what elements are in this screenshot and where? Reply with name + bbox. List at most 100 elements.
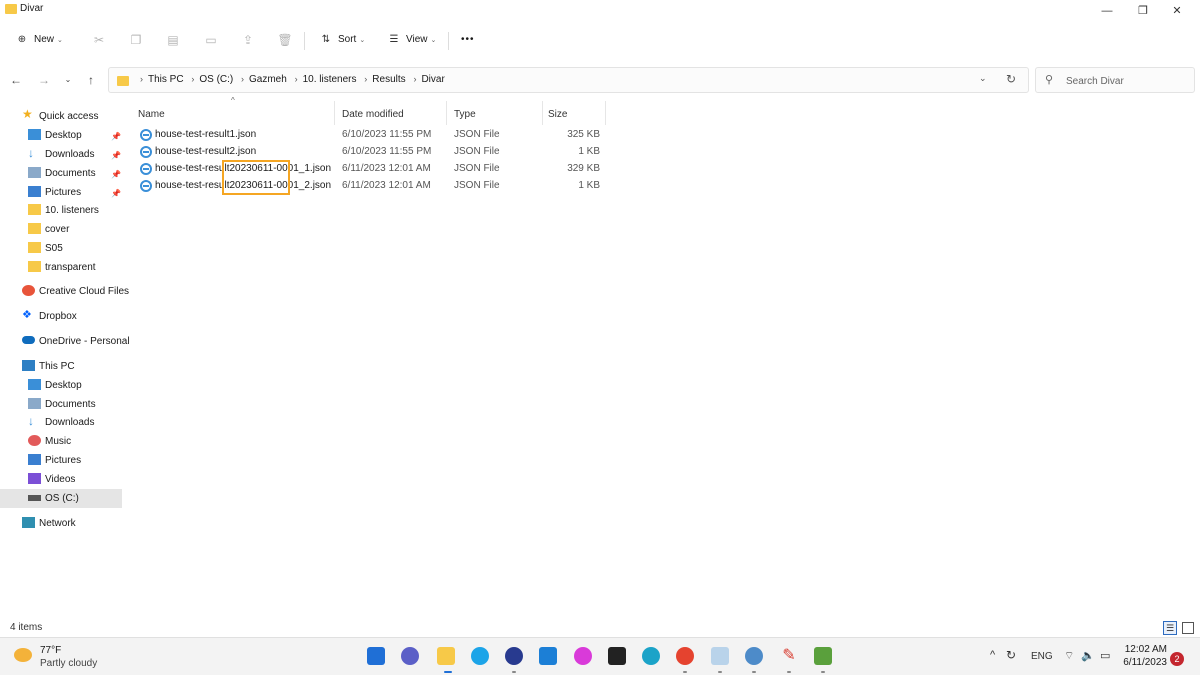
volume-icon[interactable]: 🔈: [1081, 649, 1095, 662]
sidebar-item-os-drive[interactable]: OS (C:): [28, 490, 79, 508]
breadcrumb-item[interactable]: OS (C:): [199, 74, 233, 85]
running-indicator: [787, 671, 791, 673]
column-divider[interactable]: [605, 101, 606, 125]
chevron-down-icon[interactable]: ⌄: [979, 73, 987, 84]
chat-icon[interactable]: [401, 647, 419, 665]
jetbrains-icon[interactable]: [608, 647, 626, 665]
app-icon[interactable]: [745, 647, 763, 665]
running-indicator: [718, 671, 722, 673]
delete-icon[interactable]: 🗑: [277, 32, 293, 48]
app-icon[interactable]: [814, 647, 832, 665]
notification-badge[interactable]: 2: [1170, 652, 1184, 666]
skype-icon[interactable]: [471, 647, 489, 665]
sidebar-item-desktop[interactable]: Desktop: [28, 377, 82, 395]
sidebar-item-downloads[interactable]: ↓ Downloads: [28, 146, 94, 164]
file-explorer-icon[interactable]: [437, 647, 455, 665]
breadcrumb-item[interactable]: Divar: [421, 74, 444, 85]
breadcrumb-item[interactable]: 10. listeners: [303, 74, 357, 85]
tiles-view-button[interactable]: [1182, 622, 1194, 634]
wifi-icon[interactable]: ⌔: [1064, 649, 1074, 663]
table-row[interactable]: house-test-result1.json 6/10/2023 11:55 …: [136, 127, 616, 144]
breadcrumb-item[interactable]: Results: [372, 74, 405, 85]
forward-icon[interactable]: →: [35, 71, 53, 89]
app-icon[interactable]: [574, 647, 592, 665]
column-header-size[interactable]: Size: [548, 106, 567, 124]
column-header-date[interactable]: Date modified: [342, 106, 404, 124]
back-icon[interactable]: ←: [7, 71, 25, 89]
breadcrumb-item[interactable]: Gazmeh: [249, 74, 287, 85]
sidebar-item-desktop[interactable]: Desktop: [28, 127, 82, 145]
file-name: house-test-result1.json: [155, 129, 257, 140]
sidebar-item-dropbox[interactable]: ❖ Dropbox: [22, 308, 77, 326]
sidebar-item-network[interactable]: Network: [22, 515, 76, 533]
new-button[interactable]: ⊕ New ⌄: [14, 30, 63, 50]
desktop-icon: [28, 128, 41, 140]
breadcrumb-item[interactable]: This PC: [148, 74, 184, 85]
running-indicator: [683, 671, 687, 673]
app-icon[interactable]: [505, 647, 523, 665]
table-row[interactable]: house-test-result20230611-0001_2.json 6/…: [136, 178, 616, 195]
sort-button[interactable]: ⇅ Sort ⌄: [318, 30, 365, 50]
edge-icon[interactable]: [642, 647, 660, 665]
task-manager-icon[interactable]: [711, 647, 729, 665]
copy-icon[interactable]: ❐: [128, 32, 144, 48]
clock[interactable]: 12:02 AM 6/11/2023: [1123, 643, 1167, 669]
sidebar-item-folder[interactable]: cover: [28, 221, 69, 239]
rename-icon[interactable]: ▭: [203, 32, 219, 48]
share-icon[interactable]: ⇪: [240, 32, 256, 48]
vscode-icon[interactable]: [539, 647, 557, 665]
pen-icon[interactable]: ✎: [780, 647, 798, 665]
sidebar-item-music[interactable]: Music: [28, 433, 71, 451]
language-indicator[interactable]: ENG: [1031, 651, 1053, 662]
column-header-name[interactable]: Name: [138, 106, 165, 124]
column-divider[interactable]: [542, 101, 543, 125]
download-icon: ↓: [28, 413, 34, 428]
table-row[interactable]: house-test-result20230611-0001_1.json 6/…: [136, 161, 616, 178]
column-header-type[interactable]: Type: [454, 106, 476, 124]
more-options-button[interactable]: •••: [461, 30, 475, 50]
file-name: house-test-result2.json: [155, 146, 257, 157]
restore-button[interactable]: ❐: [1126, 0, 1160, 22]
sidebar-item-pictures[interactable]: Pictures: [28, 184, 81, 202]
close-button[interactable]: ✕: [1160, 0, 1194, 22]
column-divider[interactable]: [334, 101, 335, 125]
running-indicator: [752, 671, 756, 673]
view-button[interactable]: ☰ View ⌄: [386, 30, 437, 50]
sidebar-item-pictures[interactable]: Pictures: [28, 452, 81, 470]
sidebar-item-quick-access[interactable]: ★ Quick access: [22, 108, 98, 126]
chrome-icon[interactable]: [676, 647, 694, 665]
sidebar-item-documents[interactable]: Documents: [28, 396, 96, 414]
address-bar[interactable]: › This PC › OS (C:) › Gazmeh › 10. listeners…: [108, 67, 1029, 93]
pin-icon[interactable]: 📌: [111, 170, 121, 179]
folder-icon: [28, 260, 41, 272]
sidebar-item-videos[interactable]: Videos: [28, 471, 75, 489]
table-row[interactable]: house-test-result2.json 6/10/2023 11:55 …: [136, 144, 616, 161]
sidebar-item-downloads[interactable]: ↓ Downloads: [28, 414, 94, 432]
pin-icon[interactable]: 📌: [111, 189, 121, 198]
address-row: ← → ⌄ ↑ › This PC › OS (C:) › Gazmeh › 10. l…: [0, 66, 1200, 94]
pin-icon[interactable]: 📌: [111, 132, 121, 141]
sidebar-item-folder[interactable]: transparent: [28, 259, 96, 277]
start-icon[interactable]: [367, 647, 385, 665]
sidebar-item-onedrive[interactable]: OneDrive - Personal: [22, 333, 130, 351]
sidebar-item-creative-cloud[interactable]: Creative Cloud Files: [22, 283, 129, 301]
battery-icon[interactable]: ▭: [1100, 649, 1110, 662]
chevron-up-icon[interactable]: ^: [990, 649, 995, 661]
recent-locations-icon[interactable]: ⌄: [59, 71, 77, 89]
search-input[interactable]: ⚲ Search Divar: [1035, 67, 1195, 93]
paste-icon[interactable]: ▤: [165, 32, 181, 48]
minimize-button[interactable]: —: [1090, 0, 1124, 22]
cut-icon[interactable]: ✂: [91, 32, 107, 48]
sidebar-item-folder[interactable]: 10. listeners: [28, 202, 99, 220]
sidebar-item-documents[interactable]: Documents: [28, 165, 96, 183]
up-icon[interactable]: ↑: [82, 71, 100, 89]
active-indicator: [444, 671, 452, 673]
pin-icon[interactable]: 📌: [111, 151, 121, 160]
details-view-button[interactable]: ☰: [1163, 621, 1177, 635]
column-divider[interactable]: [446, 101, 447, 125]
file-date: 6/10/2023 11:55 PM: [342, 146, 432, 157]
sidebar-item-folder[interactable]: S05: [28, 240, 63, 258]
sidebar-item-this-pc[interactable]: This PC: [22, 358, 75, 376]
refresh-icon[interactable]: ↻: [1006, 72, 1016, 86]
sync-icon[interactable]: ↻: [1006, 648, 1016, 662]
